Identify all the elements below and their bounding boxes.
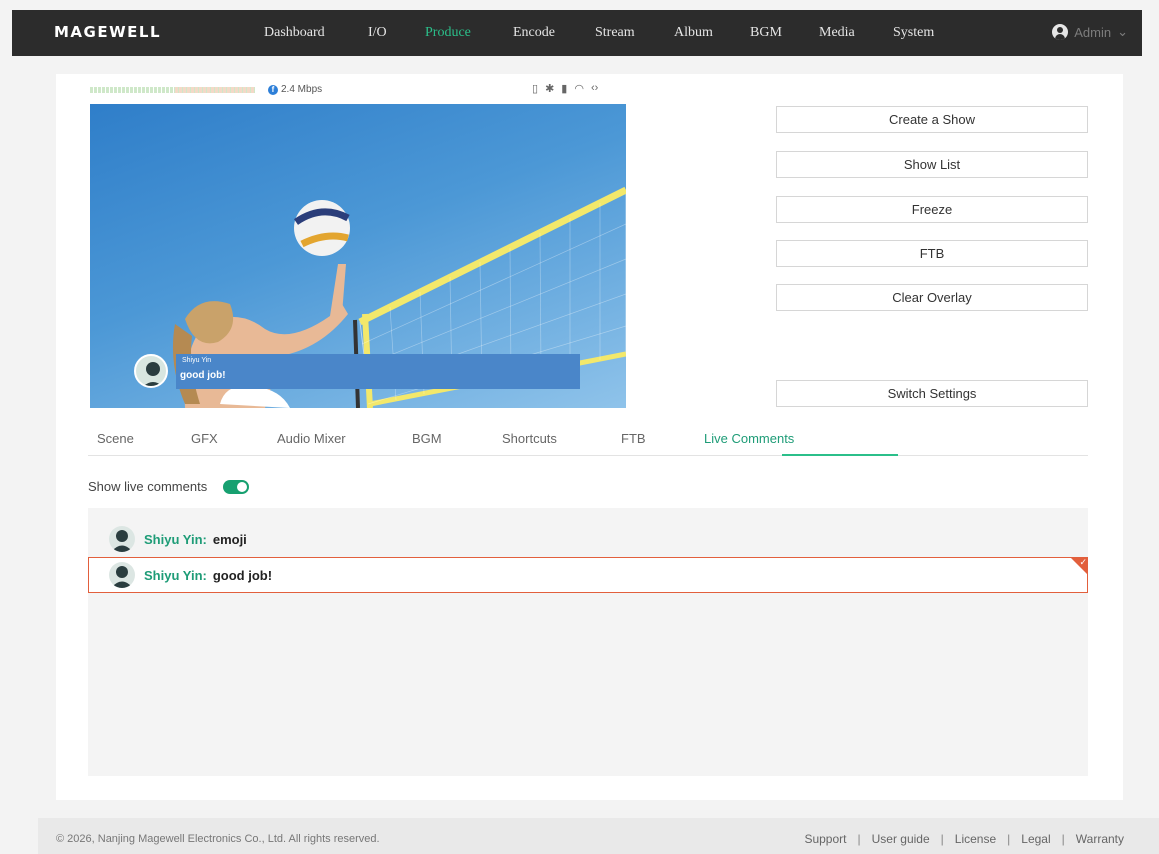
copyright-text: © 2026, Nanjing Magewell Electronics Co.…: [56, 833, 380, 845]
switch-settings-button[interactable]: Switch Settings: [776, 380, 1088, 407]
volleyball: [294, 200, 350, 256]
footer-link-warranty[interactable]: Warranty: [1076, 832, 1124, 846]
user-menu[interactable]: Admin ⌄: [1052, 24, 1128, 40]
show-live-comments-toggle[interactable]: [223, 480, 249, 494]
sd-card-icon: ▯: [532, 83, 539, 95]
footer-links: Support | User guide | License | Legal |…: [804, 832, 1124, 846]
wifi-icon: ◠: [574, 83, 584, 95]
battery-icon: ▮: [561, 83, 568, 95]
user-name: Admin: [1074, 24, 1112, 40]
show-list-button[interactable]: Show List: [776, 151, 1088, 178]
footer-link-support[interactable]: Support: [804, 832, 846, 846]
commenter-avatar: [109, 526, 135, 552]
tab-scene[interactable]: Scene: [97, 431, 134, 446]
bluetooth-icon: ✱: [545, 83, 555, 95]
page-footer: © 2026, Nanjing Magewell Electronics Co.…: [38, 818, 1159, 854]
footer-link-user-guide[interactable]: User guide: [872, 832, 930, 846]
user-icon: [1052, 24, 1069, 40]
device-status-icons: ▯ ✱ ▮ ◠ ‹›: [532, 82, 598, 95]
nav-item-dashboard[interactable]: Dashboard: [264, 25, 325, 41]
overlay-comment-bar: Shiyu Yin good job!: [176, 354, 580, 389]
program-preview[interactable]: Shiyu Yin good job!: [90, 104, 626, 408]
comment-row-selected[interactable]: Shiyu Yin: good job! ✓: [88, 557, 1088, 593]
top-nav-bar: MAGEWELL Dashboard I/O Produce Encode St…: [12, 10, 1142, 56]
create-show-button[interactable]: Create a Show: [776, 106, 1088, 133]
nav-item-produce[interactable]: Produce: [425, 25, 471, 41]
tab-ftb[interactable]: FTB: [621, 431, 646, 446]
ftb-button[interactable]: FTB: [776, 240, 1088, 267]
selected-check-icon: ✓: [1070, 557, 1088, 575]
footer-separator: |: [940, 832, 944, 846]
nav-item-encode[interactable]: Encode: [513, 25, 555, 41]
tab-shortcuts[interactable]: Shortcuts: [502, 431, 557, 446]
nav-item-media[interactable]: Media: [819, 25, 855, 41]
footer-link-legal[interactable]: Legal: [1021, 832, 1050, 846]
nav-item-io[interactable]: I/O: [368, 25, 387, 41]
show-live-comments-label: Show live comments: [88, 479, 208, 494]
comment-row[interactable]: Shiyu Yin: emoji: [88, 521, 1088, 557]
commenter-name: Shiyu Yin:: [144, 567, 207, 583]
tab-gfx[interactable]: GFX: [191, 431, 218, 446]
commenter-avatar: [109, 562, 135, 588]
audio-level-meter: [90, 87, 255, 93]
bitrate-indicator: f 2.4 Mbps: [268, 84, 322, 95]
code-icon: ‹›: [590, 82, 599, 94]
overlay-avatar: [134, 354, 168, 388]
tab-bgm[interactable]: BGM: [412, 431, 442, 446]
nav-item-stream[interactable]: Stream: [595, 25, 635, 41]
magewell-logo[interactable]: MAGEWELL: [54, 23, 161, 41]
comment-text: emoji: [212, 531, 247, 547]
facebook-icon: f: [268, 84, 278, 95]
live-comments-list: Shiyu Yin: emoji Shiyu Yin: good job! ✓: [88, 508, 1088, 776]
overlay-comment-text: good job!: [180, 370, 226, 381]
tab-audio-mixer[interactable]: Audio Mixer: [277, 431, 346, 446]
nav-item-system[interactable]: System: [893, 25, 934, 41]
footer-separator: |: [1007, 832, 1011, 846]
overlay-commenter-name: Shiyu Yin: [182, 357, 212, 364]
nav-item-album[interactable]: Album: [674, 25, 713, 41]
footer-separator: |: [857, 832, 861, 846]
nav-item-bgm[interactable]: BGM: [750, 25, 782, 41]
footer-link-license[interactable]: License: [955, 832, 996, 846]
freeze-button[interactable]: Freeze: [776, 196, 1088, 223]
commenter-name: Shiyu Yin:: [144, 531, 207, 547]
tab-live-comments[interactable]: Live Comments: [704, 431, 794, 446]
comment-text: good job!: [212, 567, 273, 583]
chevron-down-icon: ⌄: [1117, 24, 1128, 39]
clear-overlay-button[interactable]: Clear Overlay: [776, 284, 1088, 311]
produce-tabs: Scene GFX Audio Mixer BGM Shortcuts FTB …: [88, 428, 1088, 456]
footer-separator: |: [1061, 832, 1065, 846]
bitrate-value: 2.4 Mbps: [281, 84, 323, 95]
active-tab-indicator: [782, 454, 898, 456]
